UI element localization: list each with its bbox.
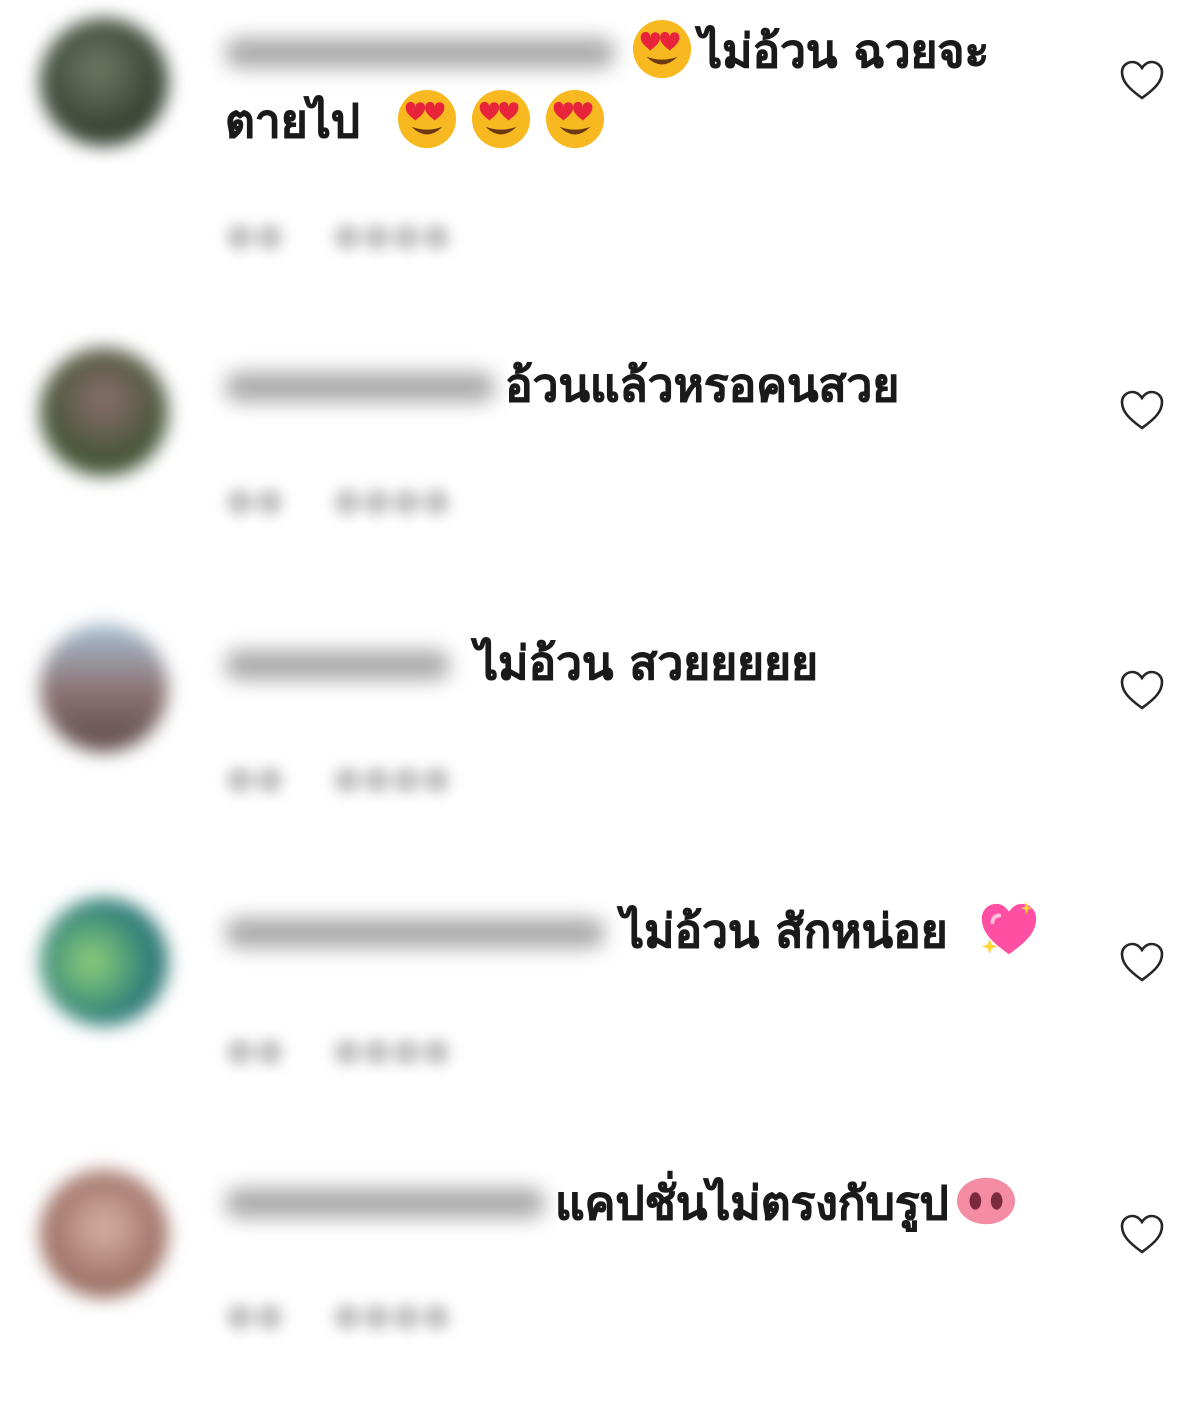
comment-text-line1: แคปชั่นไม่ตรงกับรูป bbox=[555, 1176, 949, 1231]
like-heart-icon[interactable] bbox=[1118, 940, 1166, 984]
heart-eyes-emoji-icon bbox=[545, 89, 605, 148]
comment-item: ไม่อ้วน ฉวยจะ ตายไป ●● ●●●● bbox=[0, 0, 1200, 270]
comment-text: ไม่อ้วน ฉวยจะ ตายไป bbox=[225, 16, 1050, 156]
comment-text-line1: ไม่อ้วน สักหน่อย bbox=[621, 904, 948, 959]
avatar[interactable] bbox=[40, 18, 168, 146]
timestamp-blurred: ●● bbox=[225, 1295, 285, 1335]
comment-text-line2: ตายไป bbox=[225, 94, 361, 149]
timestamp-blurred: ●● bbox=[225, 1030, 285, 1070]
like-heart-icon[interactable] bbox=[1118, 1212, 1166, 1256]
comment-text-line1: อ้วนแล้วหรอคนสวย bbox=[505, 358, 900, 413]
reply-link-blurred[interactable]: ●●●● bbox=[332, 1030, 451, 1070]
comment-item: แคปชั่นไม่ตรงกับรูป ●● ●●●● bbox=[0, 1140, 1200, 1410]
comment-text: อ้วนแล้วหรอคนสวย bbox=[225, 350, 1050, 420]
avatar[interactable] bbox=[40, 624, 168, 752]
comment-meta-blurred: ●● ●●●● bbox=[225, 758, 451, 798]
timestamp-blurred: ●● bbox=[225, 480, 285, 520]
reply-link-blurred[interactable]: ●●●● bbox=[332, 758, 451, 798]
avatar[interactable] bbox=[40, 1170, 168, 1298]
reply-link-blurred[interactable]: ●●●● bbox=[332, 215, 451, 255]
avatar[interactable] bbox=[40, 898, 168, 1026]
comment-meta-blurred: ●● ●●●● bbox=[225, 1295, 451, 1335]
comment-text: ไม่อ้วน สวยยยยย bbox=[225, 628, 1050, 698]
comment-item: ไม่อ้วน สวยยยยย ●● ●●●● bbox=[0, 600, 1200, 870]
comment-item: ไม่อ้วน สักหน่อย ●● ●●●● bbox=[0, 870, 1200, 1140]
heart-eyes-emoji-icon bbox=[471, 89, 531, 148]
comment-text-line1: ไม่อ้วน ฉวยจะ bbox=[699, 24, 990, 79]
timestamp-blurred: ●● bbox=[225, 758, 285, 798]
comment-meta-blurred: ●● ●●●● bbox=[225, 215, 451, 255]
like-heart-icon[interactable] bbox=[1118, 668, 1166, 712]
reply-link-blurred[interactable]: ●●●● bbox=[332, 480, 451, 520]
pig-nose-emoji-icon bbox=[956, 1177, 1015, 1224]
comment-item: อ้วนแล้วหรอคนสวย ●● ●●●● bbox=[0, 320, 1200, 590]
comment-meta-blurred: ●● ●●●● bbox=[225, 480, 451, 520]
comment-text: ไม่อ้วน สักหน่อย bbox=[225, 896, 1050, 966]
comment-meta-blurred: ●● ●●●● bbox=[225, 1030, 451, 1070]
comment-text: แคปชั่นไม่ตรงกับรูป bbox=[225, 1168, 1050, 1238]
comment-text-line1: ไม่อ้วน สวยยยยย bbox=[475, 636, 819, 691]
reply-link-blurred[interactable]: ●●●● bbox=[332, 1295, 451, 1335]
heart-eyes-emoji-icon bbox=[397, 89, 457, 148]
avatar[interactable] bbox=[40, 348, 168, 476]
sparkling-heart-emoji-icon bbox=[981, 901, 1036, 954]
timestamp-blurred: ●● bbox=[225, 215, 285, 255]
like-heart-icon[interactable] bbox=[1118, 388, 1166, 432]
like-heart-icon[interactable] bbox=[1118, 58, 1166, 102]
heart-eyes-emoji-icon bbox=[632, 19, 692, 78]
